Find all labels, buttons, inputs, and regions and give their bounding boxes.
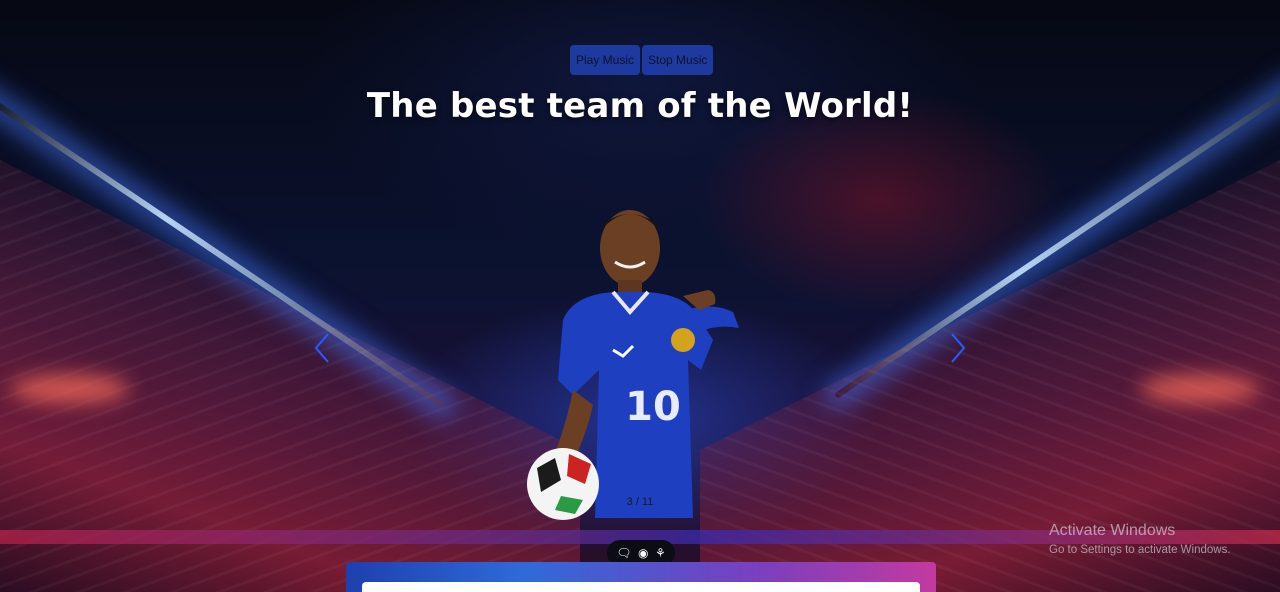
jersey-number: 10 xyxy=(625,384,681,430)
stand-glow-right xyxy=(1140,375,1260,403)
chevron-right-icon[interactable] xyxy=(944,330,968,366)
eye-icon[interactable]: ◉ xyxy=(638,546,648,560)
chevron-left-icon[interactable] xyxy=(312,330,336,366)
watermark-title: Activate Windows xyxy=(1049,522,1176,539)
stadium-background: Play Music Stop Music The best team of t… xyxy=(0,0,1280,592)
bottom-banner xyxy=(346,562,936,592)
accessibility-icon[interactable]: ⚘ xyxy=(655,546,666,560)
play-music-button[interactable]: Play Music xyxy=(570,45,641,75)
chat-icon[interactable]: 🗨 xyxy=(616,546,631,560)
windows-activation-watermark: Activate Windows Go to Settings to activ… xyxy=(1049,522,1231,556)
player-image: 10 xyxy=(527,210,739,520)
slide-counter: 3 / 11 xyxy=(626,496,654,508)
bottom-card xyxy=(362,582,920,592)
music-controls: Play Music Stop Music xyxy=(570,45,715,75)
page-title: The best team of the World! xyxy=(366,86,914,126)
stand-glow-left xyxy=(10,375,130,403)
player-carousel: 10 3 / 11 xyxy=(314,200,966,520)
watermark-subtitle: Go to Settings to activate Windows. xyxy=(1049,544,1231,556)
stop-music-button[interactable]: Stop Music xyxy=(642,45,714,75)
